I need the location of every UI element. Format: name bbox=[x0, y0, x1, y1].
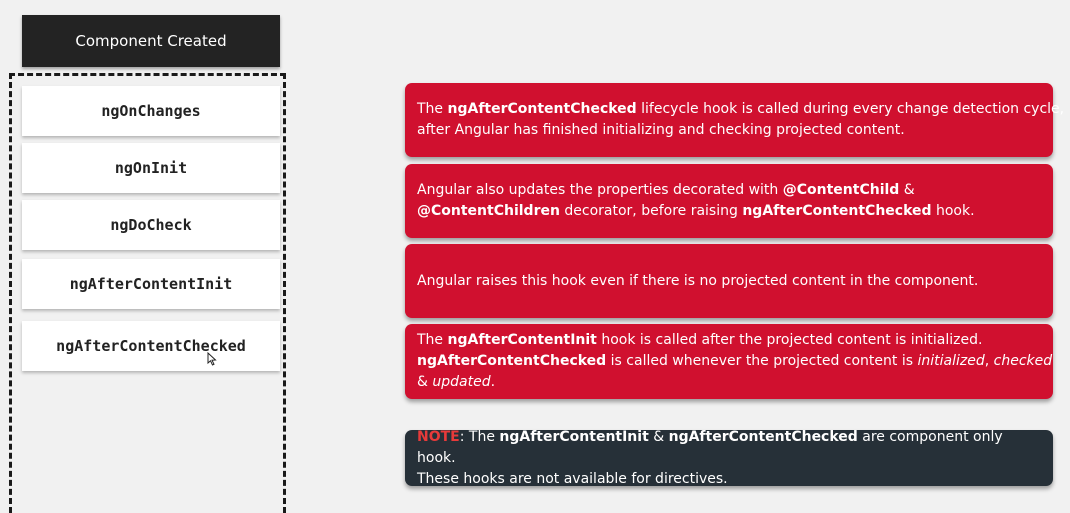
hook-ngOnChanges[interactable]: ngOnChanges bbox=[22, 86, 280, 136]
info-line: @ContentChildren decorator, before raisi… bbox=[417, 201, 1041, 222]
text: . bbox=[490, 374, 496, 390]
text: decorator, before raising bbox=[559, 203, 743, 219]
decorator-name: @ContentChild bbox=[782, 182, 900, 198]
text: lifecycle hook is called during every ch… bbox=[636, 101, 1065, 117]
emphasis: updated bbox=[432, 374, 491, 390]
mouse-pointer-icon bbox=[207, 352, 217, 366]
info-box-content-child-updates: Angular also updates the properties deco… bbox=[405, 164, 1053, 238]
text: Angular also updates the properties deco… bbox=[417, 182, 783, 198]
note-line: NOTE: The ngAfterContentInit & ngAfterCo… bbox=[417, 427, 1041, 469]
info-line: Angular also updates the properties deco… bbox=[417, 180, 1041, 201]
info-box-no-projected-content: Angular raises this hook even if there i… bbox=[405, 244, 1053, 318]
text: is called whenever the projected content… bbox=[606, 353, 918, 369]
info-box-after-content-checked: The ngAfterContentChecked lifecycle hook… bbox=[405, 83, 1064, 157]
hook-name: ngAfterContentInit bbox=[447, 332, 597, 348]
hook-name: ngAfterContentInit bbox=[499, 428, 649, 445]
emphasis: initialized bbox=[917, 353, 985, 369]
note-box: NOTE: The ngAfterContentInit & ngAfterCo… bbox=[405, 427, 1053, 487]
info-box-content-init-vs-checked: The ngAfterContentInit hook is called af… bbox=[405, 324, 1053, 399]
text: The bbox=[417, 101, 448, 117]
hook-label: ngOnChanges bbox=[101, 102, 201, 120]
info-line: after Angular has finished initializing … bbox=[417, 120, 1041, 141]
text: These hooks are not available for direct… bbox=[417, 470, 728, 487]
hook-ngAfterContentInit[interactable]: ngAfterContentInit bbox=[22, 259, 280, 309]
hook-ngDoCheck[interactable]: ngDoCheck bbox=[22, 200, 280, 250]
emphasis: checked bbox=[993, 353, 1053, 369]
text: & bbox=[899, 182, 915, 198]
text: after Angular has finished initializing … bbox=[417, 122, 905, 138]
text: & bbox=[648, 428, 669, 445]
text: , bbox=[984, 353, 994, 369]
info-line: & updated. bbox=[417, 372, 1041, 393]
note-label: NOTE bbox=[417, 428, 460, 445]
hook-label: ngOnInit bbox=[114, 159, 188, 177]
info-line: ngAfterContentChecked is called whenever… bbox=[417, 351, 1052, 372]
note-line: These hooks are not available for direct… bbox=[417, 469, 1041, 490]
component-created-header: Component Created bbox=[22, 15, 280, 67]
hook-ngOnInit[interactable]: ngOnInit bbox=[22, 143, 280, 193]
text: : The bbox=[459, 428, 500, 445]
info-line: The ngAfterContentInit hook is called af… bbox=[417, 330, 1041, 351]
text: Angular raises this hook even if there i… bbox=[417, 272, 979, 289]
text: hook is called after the projected conte… bbox=[596, 332, 983, 348]
hook-name: ngAfterContentChecked bbox=[668, 428, 858, 445]
hook-name: ngAfterContentChecked bbox=[447, 101, 637, 117]
hook-label: ngAfterContentInit bbox=[69, 275, 233, 293]
text: & bbox=[417, 374, 433, 390]
decorator-name: @ContentChildren bbox=[417, 203, 560, 219]
info-line: The ngAfterContentChecked lifecycle hook… bbox=[417, 99, 1064, 120]
text: The bbox=[417, 332, 448, 348]
hook-name: ngAfterContentChecked bbox=[742, 203, 932, 219]
hook-ngAfterContentChecked[interactable]: ngAfterContentChecked bbox=[22, 321, 280, 371]
header-title: Component Created bbox=[75, 32, 227, 50]
hook-label: ngAfterContentChecked bbox=[56, 337, 246, 355]
hook-name: ngAfterContentChecked bbox=[417, 353, 607, 369]
text: hook. bbox=[931, 203, 975, 219]
hook-label: ngDoCheck bbox=[110, 216, 192, 234]
info-line: Angular raises this hook even if there i… bbox=[417, 271, 1041, 292]
